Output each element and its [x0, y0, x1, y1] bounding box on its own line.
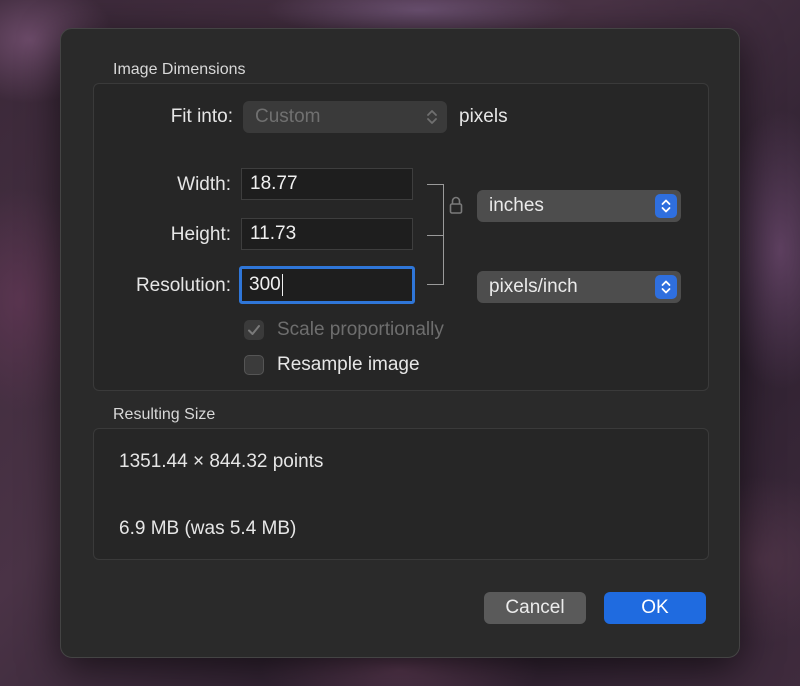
ok-button[interactable]: OK [604, 592, 706, 624]
chevron-up-down-icon [655, 194, 677, 218]
image-dimensions-title: Image Dimensions [113, 61, 246, 78]
resolution-value: 300 [249, 274, 281, 295]
resolution-unit-value: pixels/inch [489, 276, 578, 297]
width-label: Width: [177, 174, 231, 195]
resolution-label: Resolution: [135, 275, 231, 296]
resulting-points: 1351.44 × 844.32 points [119, 451, 324, 472]
fit-into-label: Fit into: [170, 106, 233, 127]
resample-image-checkbox[interactable] [244, 355, 264, 375]
resolution-unit-popup[interactable]: pixels/inch [477, 271, 681, 303]
cancel-button[interactable]: Cancel [484, 592, 586, 624]
image-dimensions-dialog: Image Dimensions Fit into: Custom pixels… [60, 28, 740, 658]
resolution-field[interactable]: 300 [239, 266, 415, 304]
scale-proportionally-checkbox [244, 320, 264, 340]
chevron-up-down-icon [427, 110, 437, 124]
lock-icon[interactable] [449, 195, 463, 215]
resulting-file-size: 6.9 MB (was 5.4 MB) [119, 518, 297, 539]
size-unit-popup[interactable]: inches [477, 190, 681, 222]
resulting-size-title: Resulting Size [113, 406, 216, 423]
fit-into-popup[interactable]: Custom [243, 101, 447, 133]
resulting-size-group [93, 428, 709, 560]
fit-into-unit-label: pixels [459, 106, 508, 127]
proportion-bracket-top [427, 184, 444, 236]
checkmark-icon [248, 325, 260, 335]
height-field[interactable]: 11.73 [241, 218, 413, 250]
width-field[interactable]: 18.77 [241, 168, 413, 200]
height-label: Height: [170, 224, 231, 245]
proportion-bracket-bottom [427, 234, 444, 285]
resample-image-label[interactable]: Resample image [277, 354, 420, 376]
scale-proportionally-label: Scale proportionally [277, 319, 444, 340]
fit-into-value: Custom [255, 106, 321, 127]
size-unit-value: inches [489, 195, 544, 216]
text-caret [281, 274, 283, 296]
chevron-up-down-icon [655, 275, 677, 299]
